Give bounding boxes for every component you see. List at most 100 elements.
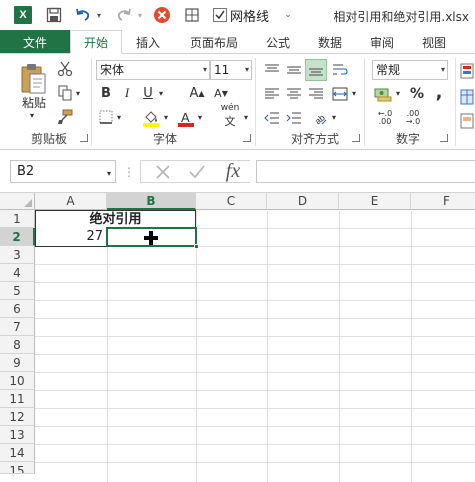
row-header-8[interactable]: 8 <box>0 336 35 354</box>
resize-handle-icon[interactable]: ⋮ <box>123 164 135 180</box>
column-header-c[interactable]: C <box>196 193 267 210</box>
font-name-select[interactable]: 宋体 ▾ <box>96 60 210 80</box>
accounting-dropdown-icon[interactable]: ▾ <box>394 88 402 98</box>
tab-home[interactable]: 开始 <box>70 30 122 54</box>
conditional-format-icon[interactable] <box>460 62 474 80</box>
cancel-icon[interactable] <box>150 160 176 184</box>
paste-dropdown-icon[interactable]: ▾ <box>26 110 38 120</box>
row-header-6[interactable]: 6 <box>0 300 35 318</box>
font-color-icon[interactable]: A <box>176 108 196 128</box>
format-table-icon[interactable] <box>460 88 474 106</box>
increase-indent-icon[interactable] <box>284 108 304 128</box>
cut-icon[interactable] <box>56 60 74 78</box>
orientation-icon[interactable]: ab <box>310 108 330 128</box>
alignment-launcher-icon[interactable] <box>352 134 360 142</box>
undo-icon[interactable] <box>73 5 93 25</box>
font-size-dropdown-icon[interactable]: ▾ <box>245 61 249 79</box>
format-painter-icon[interactable] <box>56 108 74 126</box>
fill-handle[interactable] <box>194 244 199 249</box>
enter-icon[interactable] <box>184 160 210 184</box>
row-header-15[interactable]: 15 <box>0 462 35 474</box>
row-header-7[interactable]: 7 <box>0 318 35 336</box>
number-launcher-icon[interactable] <box>440 134 448 142</box>
column-header-b[interactable]: B <box>107 193 196 210</box>
font-color-dropdown-icon[interactable]: ▾ <box>196 112 204 122</box>
italic-button[interactable]: I <box>118 84 136 102</box>
tab-view[interactable]: 视图 <box>412 30 456 54</box>
align-middle-icon[interactable] <box>284 60 304 80</box>
font-name-dropdown-icon[interactable]: ▾ <box>203 61 207 79</box>
tab-page-layout[interactable]: 页面布局 <box>180 30 248 54</box>
column-header-d[interactable]: D <box>267 193 339 210</box>
fill-color-dropdown-icon[interactable]: ▾ <box>162 112 170 122</box>
row-header-5[interactable]: 5 <box>0 282 35 300</box>
clipboard-launcher-icon[interactable] <box>80 134 88 142</box>
phonetic-dropdown-icon[interactable]: ▾ <box>242 112 250 122</box>
customize-qat-icon[interactable]: ⌄ <box>282 5 294 25</box>
grow-font-button[interactable]: A ▲ <box>188 84 206 102</box>
align-right-icon[interactable] <box>306 84 326 104</box>
row-header-13[interactable]: 13 <box>0 426 35 444</box>
row-header-4[interactable]: 4 <box>0 264 35 282</box>
percent-style-button[interactable]: % <box>408 84 426 104</box>
row-header-12[interactable]: 12 <box>0 408 35 426</box>
borders-grid-icon[interactable] <box>182 5 202 25</box>
decrease-indent-icon[interactable] <box>262 108 282 128</box>
column-header-f[interactable]: F <box>411 193 475 210</box>
tab-review[interactable]: 审阅 <box>360 30 404 54</box>
row-header-3[interactable]: 3 <box>0 246 35 264</box>
row-header-1[interactable]: 1 <box>0 210 35 228</box>
align-bottom-icon[interactable] <box>305 59 327 81</box>
phonetic-guide-button[interactable]: wén 文 <box>218 103 242 128</box>
worksheet-grid[interactable]: A B C D E F 1 2 3 4 5 6 7 8 9 10 11 12 1… <box>0 192 475 482</box>
name-box-dropdown-icon[interactable]: ▾ <box>104 168 114 178</box>
borders-dropdown-icon[interactable]: ▾ <box>115 112 123 122</box>
align-top-icon[interactable] <box>262 60 282 80</box>
orientation-dropdown-icon[interactable]: ▾ <box>330 112 338 122</box>
undo-dropdown-icon[interactable]: ▾ <box>94 5 104 25</box>
font-launcher-icon[interactable] <box>243 134 251 142</box>
cell-a2[interactable]: 27 <box>35 228 107 247</box>
font-size-select[interactable]: 11 ▾ <box>210 60 252 80</box>
accounting-format-icon[interactable] <box>372 84 394 104</box>
redo-dropdown-icon[interactable]: ▾ <box>135 5 145 25</box>
merge-dropdown-icon[interactable]: ▾ <box>350 88 358 98</box>
decrease-decimal-icon[interactable]: .00 →.0 <box>402 108 424 128</box>
tab-data[interactable]: 数据 <box>308 30 352 54</box>
tab-insert[interactable]: 插入 <box>126 30 170 54</box>
fill-color-icon[interactable] <box>140 108 162 128</box>
align-left-icon[interactable] <box>262 84 282 104</box>
comma-style-button[interactable]: , <box>430 82 448 103</box>
paste-label[interactable]: 粘贴 <box>16 94 52 110</box>
cell-styles-icon[interactable] <box>460 112 474 130</box>
row-header-11[interactable]: 11 <box>0 390 35 408</box>
number-format-select[interactable]: 常规 ▾ <box>372 60 448 80</box>
underline-button[interactable]: U <box>139 84 157 102</box>
redo-icon[interactable] <box>114 5 134 25</box>
copy-icon[interactable] <box>56 84 74 102</box>
tab-file[interactable]: 文件 <box>0 30 70 54</box>
insert-function-button[interactable]: fx <box>218 158 248 184</box>
column-header-e[interactable]: E <box>339 193 411 210</box>
wrap-text-icon[interactable] <box>330 60 350 80</box>
tab-formulas[interactable]: 公式 <box>258 30 298 54</box>
merge-center-icon[interactable] <box>330 84 350 104</box>
name-box[interactable]: B2 <box>10 160 116 183</box>
gridlines-checkbox[interactable] <box>212 5 228 25</box>
paste-icon[interactable] <box>18 60 48 96</box>
increase-decimal-icon[interactable]: ←.0.00 <box>374 108 396 128</box>
row-header-2[interactable]: 2 <box>0 228 35 246</box>
column-header-a[interactable]: A <box>35 193 107 210</box>
formula-input[interactable] <box>256 160 475 183</box>
align-center-icon[interactable] <box>284 84 304 104</box>
select-all-button[interactable] <box>0 193 35 210</box>
number-format-dropdown-icon[interactable]: ▾ <box>441 61 445 79</box>
copy-dropdown-icon[interactable]: ▾ <box>74 88 82 98</box>
underline-dropdown-icon[interactable]: ▾ <box>157 88 165 98</box>
close-circle-icon[interactable] <box>152 5 172 25</box>
row-header-10[interactable]: 10 <box>0 372 35 390</box>
save-icon[interactable] <box>44 5 64 25</box>
bold-button[interactable]: B <box>97 84 115 102</box>
shrink-font-button[interactable]: A ▼ <box>212 84 230 102</box>
row-header-9[interactable]: 9 <box>0 354 35 372</box>
